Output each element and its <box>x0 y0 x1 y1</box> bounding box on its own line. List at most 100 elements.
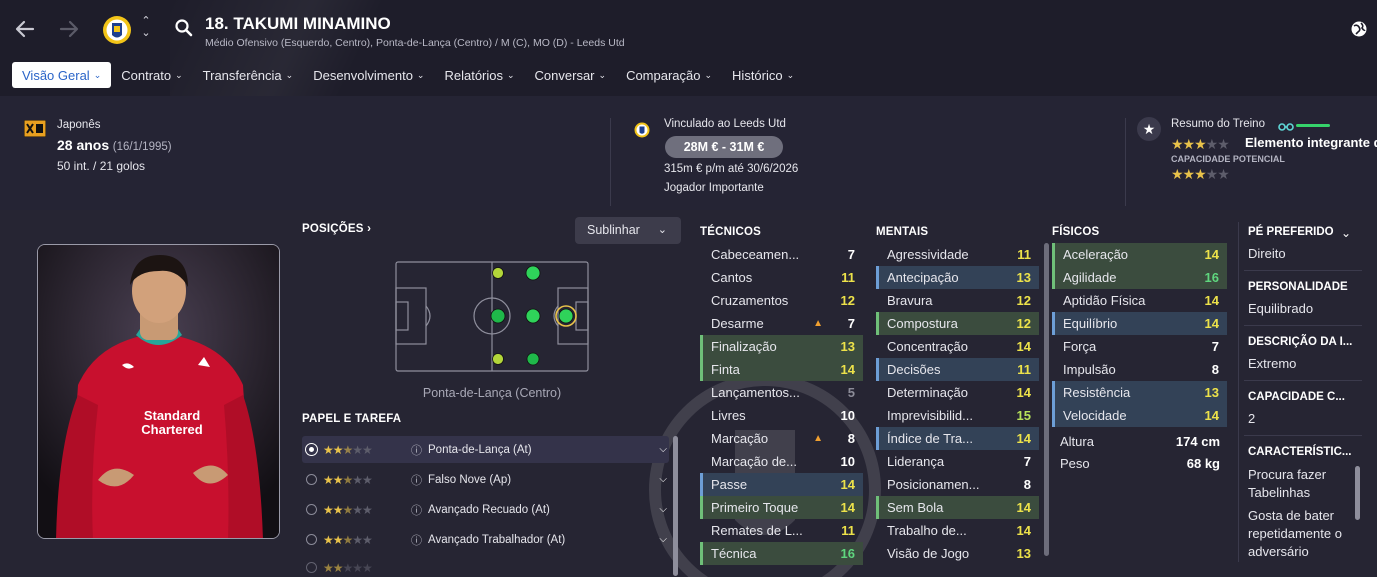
nation-flag-icon[interactable] <box>23 119 47 138</box>
attribute-name: Visão de Jogo <box>887 546 970 561</box>
info-icon[interactable]: ⓘ <box>411 472 422 488</box>
attribute-row[interactable]: Finalização 13 <box>700 335 863 358</box>
attribute-name: Trabalho de... <box>887 523 967 538</box>
attribute-row[interactable]: Impulsão 8 <box>1052 358 1227 381</box>
chevron-down-icon: ⌄ <box>786 69 795 80</box>
attribute-row[interactable]: Imprevisibilid... 15 <box>876 404 1039 427</box>
attribute-row[interactable]: Equilíbrio 14 <box>1052 312 1227 335</box>
attribute-row[interactable]: Aceleração 14 <box>1052 243 1227 266</box>
media-description-value: Extremo <box>1248 356 1297 371</box>
chevron-down-icon[interactable]: ⌵ <box>659 504 667 515</box>
trend-arrow-icon: ▲ <box>813 318 823 329</box>
height-value: 174 cm <box>1175 434 1220 449</box>
role-radio[interactable] <box>306 504 317 515</box>
role-row[interactable]: ★★★★★ ⓘ Avançado Trabalhador (At) ⌵ <box>302 526 669 553</box>
chevron-down-icon[interactable]: ⌄ <box>1341 226 1351 240</box>
attribute-row[interactable]: Desarme ▲ 7 <box>700 312 863 335</box>
attribute-row[interactable]: Concentração 14 <box>876 335 1039 358</box>
attribute-row[interactable]: Sem Bola 14 <box>876 496 1039 519</box>
tab-talk[interactable]: Conversar ⌄ <box>525 62 617 88</box>
chevron-up-icon[interactable]: ⌃ <box>139 15 153 27</box>
attribute-row[interactable]: Cantos 11 <box>700 266 863 289</box>
attribute-row[interactable]: Finta 14 <box>700 358 863 381</box>
club-crest-icon[interactable] <box>102 13 132 47</box>
attribute-name: Bravura <box>887 293 933 308</box>
info-icon[interactable]: ⓘ <box>411 442 422 458</box>
attribute-row[interactable]: Marcação ▲ 8 <box>700 427 863 450</box>
forward-arrow-icon[interactable] <box>58 18 80 45</box>
value-range-badge[interactable]: 28M € - 31M € <box>665 136 783 158</box>
tab-contract[interactable]: Contrato ⌄ <box>111 62 192 88</box>
attribute-row[interactable]: Remates de L... 11 <box>700 519 863 542</box>
tab-label: Conversar <box>534 67 595 83</box>
role-radio[interactable] <box>306 444 317 455</box>
tab-history[interactable]: Histórico ⌄ <box>722 62 804 88</box>
roles-scrollbar[interactable] <box>673 436 678 576</box>
selected-position-label: Ponta-de-Lança (Centro) <box>422 386 562 400</box>
role-radio[interactable] <box>306 474 317 485</box>
attribute-row[interactable]: Resistência 13 <box>1052 381 1227 404</box>
attribute-row[interactable]: Passe 14 <box>700 473 863 496</box>
attribute-row[interactable]: Cruzamentos 12 <box>700 289 863 312</box>
attribute-row[interactable]: Agilidade 16 <box>1052 266 1227 289</box>
attribute-row[interactable]: Liderança 7 <box>876 450 1039 473</box>
attribute-row[interactable]: Primeiro Toque 14 <box>700 496 863 519</box>
chevron-down-icon[interactable]: ⌵ <box>659 444 667 455</box>
attribute-row[interactable]: Posicionamen... 8 <box>876 473 1039 496</box>
info-icon[interactable]: ⓘ <box>411 502 422 518</box>
attribute-name: Cabeceamen... <box>711 247 800 262</box>
chevron-down-icon[interactable]: ⌵ <box>659 474 667 485</box>
attribute-row[interactable]: Técnica 16 <box>700 542 863 565</box>
attribute-row[interactable]: Bravura 12 <box>876 289 1039 312</box>
attribute-row[interactable]: Agressividade 11 <box>876 243 1039 266</box>
weight-label: Peso <box>1060 456 1090 471</box>
info-icon[interactable]: ⓘ <box>411 532 422 548</box>
divider <box>610 118 611 206</box>
attribute-value: 14 <box>1016 500 1031 515</box>
mental-scrollbar[interactable] <box>1044 243 1049 556</box>
tab-overview[interactable]: Visão Geral ⌄ <box>12 62 112 88</box>
attribute-row[interactable]: Visão de Jogo 13 <box>876 542 1039 565</box>
role-row[interactable]: ★★★★★ ⓘ Ponta-de-Lança (At) ⌵ <box>302 436 669 463</box>
caps-text: 50 int. / 21 golos <box>57 159 146 173</box>
role-name: Avançado Trabalhador (At) <box>428 533 566 546</box>
attribute-name: Agressividade <box>887 247 969 262</box>
attribute-row[interactable]: Aptidão Física 14 <box>1052 289 1227 312</box>
attribute-row[interactable]: Marcação de... 10 <box>700 450 863 473</box>
role-row[interactable]: ★★★★★ ⓘ Falso Nove (Ap) ⌵ <box>302 466 669 493</box>
attribute-row[interactable]: Cabeceamen... 7 <box>700 243 863 266</box>
tab-development[interactable]: Desenvolvimento ⌄ <box>303 62 434 88</box>
traits-scrollbar[interactable] <box>1355 466 1360 520</box>
role-radio[interactable] <box>306 534 317 545</box>
attribute-value: 11 <box>1017 362 1031 377</box>
attribute-row[interactable]: Força 7 <box>1052 335 1227 358</box>
role-row[interactable]: ★★★★★ ⓘ Avançado Recuado (At) ⌵ <box>302 496 669 523</box>
highlight-label: Sublinhar <box>587 223 640 237</box>
back-arrow-icon[interactable] <box>14 18 36 45</box>
binoculars-icon[interactable] <box>1278 120 1294 135</box>
switch-player-arrows[interactable]: ⌃ ⌄ <box>139 15 153 39</box>
globe-icon[interactable] <box>1349 19 1369 39</box>
chevron-down-icon[interactable]: ⌄ <box>139 27 153 39</box>
tab-reports[interactable]: Relatórios ⌄ <box>434 62 524 88</box>
highlight-dropdown[interactable]: Sublinhar ⌄ <box>575 217 681 244</box>
search-icon[interactable] <box>174 18 194 38</box>
attribute-row[interactable]: Velocidade 14 <box>1052 404 1227 427</box>
attribute-row[interactable]: Trabalho de... 14 <box>876 519 1039 542</box>
chevron-right-icon: › <box>367 223 372 235</box>
attribute-row[interactable]: Decisões 11 <box>876 358 1039 381</box>
attribute-row[interactable]: Determinação 14 <box>876 381 1039 404</box>
attribute-row[interactable]: Índice de Tra... 14 <box>876 427 1039 450</box>
attribute-row[interactable]: Lançamentos... 5 <box>700 381 863 404</box>
tab-comparison[interactable]: Comparação ⌄ <box>616 62 722 88</box>
attribute-row[interactable]: Livres 10 <box>700 404 863 427</box>
attribute-value: 7 <box>1211 339 1219 354</box>
chevron-down-icon[interactable]: ⌵ <box>659 534 667 545</box>
attribute-row[interactable]: Antecipação 13 <box>876 266 1039 289</box>
attribute-name: Técnica <box>711 546 757 561</box>
positions-link[interactable]: POSIÇÕES › <box>302 223 371 235</box>
personality-value: Equilibrado <box>1248 301 1314 316</box>
tab-transfer[interactable]: Transferência ⌄ <box>193 62 304 88</box>
attribute-name: Marcação <box>711 431 769 446</box>
attribute-row[interactable]: Compostura 12 <box>876 312 1039 335</box>
